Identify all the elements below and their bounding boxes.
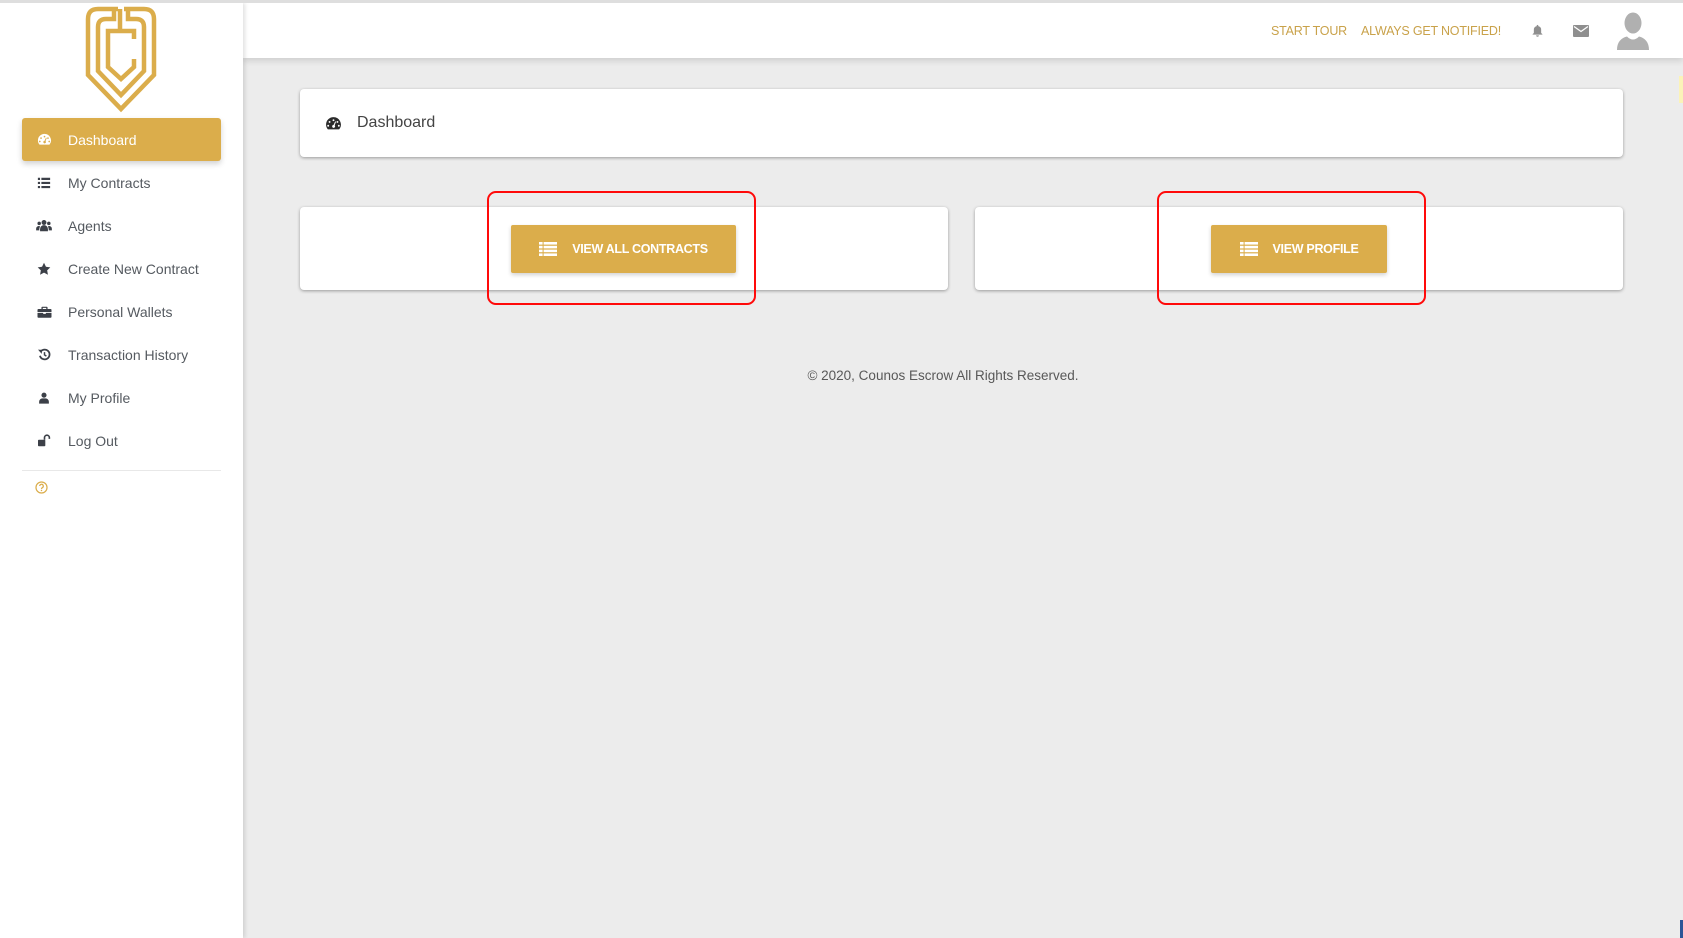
dashboard-gauge-icon <box>325 115 342 132</box>
page-header-card: Dashboard <box>300 89 1623 157</box>
view-profile-button[interactable]: VIEW PROFILE <box>1211 225 1387 273</box>
sidebar-item-dashboard[interactable]: Dashboard <box>22 118 221 161</box>
button-label: VIEW PROFILE <box>1272 242 1359 256</box>
sidebar-divider <box>22 470 221 471</box>
contracts-card: VIEW ALL CONTRACTS <box>300 207 948 290</box>
copyright-text: © 2020, Counos Escrow All Rights Reserve… <box>807 368 1079 383</box>
sidebar-item-personal-wallets[interactable]: Personal Wallets <box>22 290 221 333</box>
sidebar-item-label: Personal Wallets <box>68 303 173 320</box>
topbar-actions: START TOUR ALWAYS GET NOTIFIED! <box>1271 3 1683 58</box>
button-label: VIEW ALL CONTRACTS <box>572 242 708 256</box>
sidebar-item-label: Agents <box>68 217 112 234</box>
sidebar-item-label: Log Out <box>68 432 118 449</box>
star-icon <box>36 261 52 277</box>
user-icon <box>36 390 52 406</box>
sidebar-item-label: Transaction History <box>68 346 189 363</box>
start-tour-link[interactable]: START TOUR <box>1271 24 1347 38</box>
page-footer: © 2020, Counos Escrow All Rights Reserve… <box>243 368 1683 383</box>
sidebar-item-my-contracts[interactable]: My Contracts <box>22 161 221 204</box>
avatar-icon[interactable] <box>1615 12 1651 50</box>
users-icon <box>36 218 52 234</box>
always-get-notified-link[interactable]: ALWAYS GET NOTIFIED! <box>1361 24 1501 38</box>
briefcase-icon <box>36 304 52 320</box>
sidebar-item-create-new-contract[interactable]: Create New Contract <box>22 247 221 290</box>
sidebar-item-transaction-history[interactable]: Transaction History <box>22 333 221 376</box>
sidebar-item-label: Dashboard <box>68 131 137 148</box>
sidebar-item-label: Create New Contract <box>68 260 199 277</box>
sidebar-item-label: My Profile <box>68 389 131 406</box>
question-circle-icon[interactable] <box>35 481 49 495</box>
edge-tab <box>1679 76 1683 103</box>
sidebar-item-label: My Contracts <box>68 174 151 191</box>
envelope-icon[interactable] <box>1572 22 1590 40</box>
unlock-icon <box>36 433 52 449</box>
sidebar-item-agents[interactable]: Agents <box>22 204 221 247</box>
view-all-contracts-button[interactable]: VIEW ALL CONTRACTS <box>511 225 736 273</box>
dashboard-gauge-icon <box>36 132 52 148</box>
list-icon <box>539 242 558 256</box>
bell-icon[interactable] <box>1528 22 1546 40</box>
window-top-border <box>0 0 1683 3</box>
counos-logo[interactable] <box>84 5 158 113</box>
top-navbar: START TOUR ALWAYS GET NOTIFIED! <box>243 3 1683 58</box>
page-title: Dashboard <box>357 114 436 131</box>
sidebar: Dashboard My Contracts Agents Create New… <box>0 3 243 938</box>
page-title-wrap: Dashboard <box>325 89 435 157</box>
sidebar-nav: Dashboard My Contracts Agents Create New… <box>22 118 221 462</box>
list-icon <box>1239 242 1258 256</box>
history-icon <box>36 347 52 363</box>
profile-card: VIEW PROFILE <box>975 207 1623 290</box>
list-icon <box>36 175 52 191</box>
sidebar-item-log-out[interactable]: Log Out <box>22 419 221 462</box>
sidebar-item-my-profile[interactable]: My Profile <box>22 376 221 419</box>
